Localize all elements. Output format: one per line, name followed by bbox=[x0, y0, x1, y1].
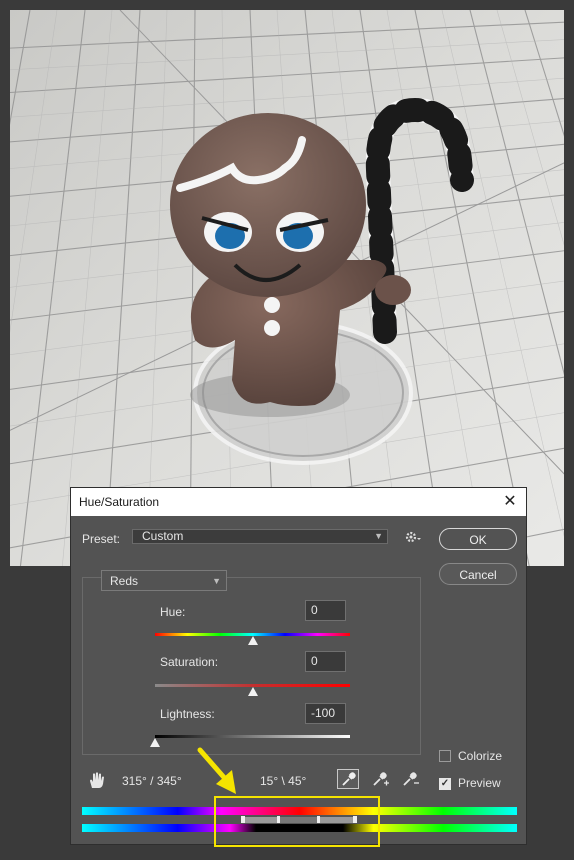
lightness-slider-thumb[interactable] bbox=[150, 738, 160, 747]
hue-slider-thumb[interactable] bbox=[247, 636, 258, 645]
range-right-readout: 15° \ 45° bbox=[260, 774, 307, 788]
dialog-titlebar[interactable]: Hue/Saturation ✕ bbox=[71, 488, 526, 516]
lightness-slider-track[interactable] bbox=[155, 735, 350, 738]
channel-dropdown[interactable]: Reds ▼ bbox=[101, 570, 227, 591]
dialog-title: Hue/Saturation bbox=[79, 495, 160, 509]
range-left-readout: 315° / 345° bbox=[122, 774, 182, 788]
channel-value: Reds bbox=[110, 574, 139, 588]
preset-label: Preset: bbox=[82, 532, 121, 546]
eyedropper-icon[interactable] bbox=[337, 769, 359, 789]
annotation-arrow-icon bbox=[192, 744, 242, 803]
gear-icon[interactable] bbox=[405, 530, 423, 544]
colorize-label: Colorize bbox=[458, 749, 503, 763]
hue-label: Hue: bbox=[160, 605, 186, 619]
hue-saturation-dialog: Hue/Saturation ✕ Preset: Custom ▼ OK Can… bbox=[70, 487, 527, 845]
preset-dropdown[interactable]: Custom ▼ bbox=[132, 529, 388, 544]
adjustment-panel bbox=[82, 577, 421, 755]
annotation-highlight-box bbox=[214, 796, 380, 847]
lightness-input[interactable]: -100 bbox=[305, 703, 346, 724]
eyedropper-minus-icon[interactable] bbox=[399, 769, 421, 789]
saturation-label: Saturation: bbox=[160, 655, 219, 669]
preview-label: Preview bbox=[458, 776, 501, 790]
ok-button[interactable]: OK bbox=[439, 528, 517, 550]
colorize-checkbox[interactable] bbox=[439, 750, 451, 762]
eyedropper-plus-icon[interactable] bbox=[369, 769, 391, 789]
photo-canvas bbox=[10, 10, 564, 566]
saturation-slider-thumb[interactable] bbox=[247, 687, 258, 696]
cancel-button[interactable]: Cancel bbox=[439, 563, 517, 585]
lightness-label: Lightness: bbox=[160, 707, 215, 721]
preview-checkbox[interactable]: ✓ bbox=[439, 778, 451, 790]
chevron-down-icon: ▼ bbox=[212, 576, 221, 586]
chevron-down-icon: ▼ bbox=[374, 531, 383, 541]
preset-value: Custom bbox=[142, 529, 184, 543]
close-icon[interactable]: ✕ bbox=[500, 492, 520, 512]
hue-input[interactable]: 0 bbox=[305, 600, 346, 621]
saturation-input[interactable]: 0 bbox=[305, 651, 346, 672]
targeted-adjustment-hand-icon[interactable] bbox=[87, 770, 107, 790]
